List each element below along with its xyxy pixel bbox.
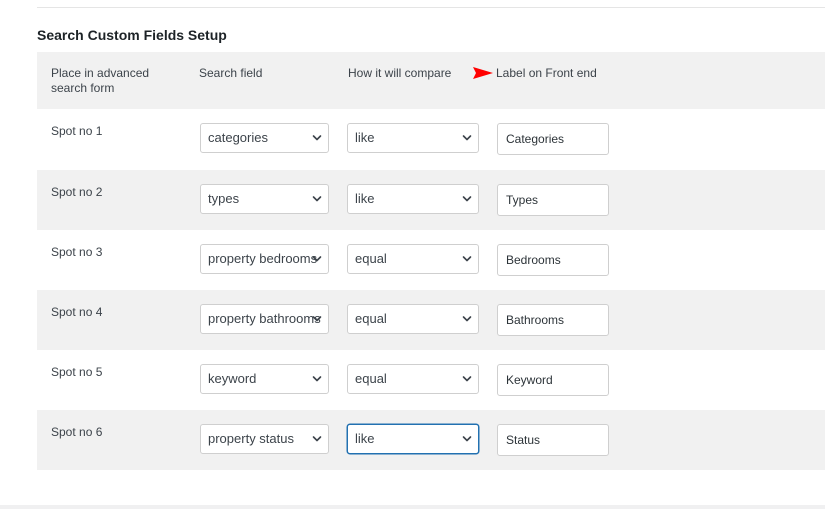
chevron-down-icon bbox=[462, 436, 472, 442]
chevron-down-icon bbox=[312, 256, 322, 262]
label-value: Bedrooms bbox=[506, 253, 561, 267]
table-row: Spot no 4 property bathrooms equal Bathroom… bbox=[37, 290, 825, 350]
label-value: Status bbox=[506, 433, 541, 447]
compare-value: like bbox=[355, 191, 375, 206]
compare-select[interactable]: like bbox=[347, 184, 479, 214]
chevron-down-icon bbox=[312, 196, 322, 202]
chevron-down-icon bbox=[462, 376, 472, 382]
top-divider bbox=[37, 7, 825, 8]
chevron-down-icon bbox=[462, 135, 472, 141]
spot-label: Spot no 3 bbox=[51, 245, 103, 259]
search-field-value: keyword bbox=[208, 371, 257, 386]
custom-fields-table: Place in advanced search form Search fie… bbox=[37, 52, 825, 470]
search-field-value: property status bbox=[208, 431, 294, 446]
header-compare: How it will compare bbox=[348, 66, 452, 80]
compare-value: equal bbox=[355, 311, 387, 326]
label-input[interactable]: Bedrooms bbox=[497, 244, 609, 276]
bottom-divider bbox=[0, 505, 825, 509]
table-row: Spot no 6 property status like Status bbox=[37, 410, 825, 470]
table-body: Spot no 1 categories like Categories Spot no… bbox=[37, 109, 825, 470]
spot-label: Spot no 6 bbox=[51, 425, 103, 439]
spot-label: Spot no 1 bbox=[51, 124, 103, 138]
search-field-value: property bedrooms bbox=[208, 251, 318, 266]
settings-page: Search Custom Fields Setup Place in adva… bbox=[0, 0, 825, 509]
table-row: Spot no 5 keyword equal Keyword bbox=[37, 350, 825, 410]
red-flag-icon bbox=[473, 66, 493, 79]
label-input[interactable]: Status bbox=[497, 424, 609, 456]
chevron-down-icon bbox=[312, 135, 322, 141]
spot-label: Spot no 2 bbox=[51, 185, 103, 199]
search-field-value: types bbox=[208, 191, 240, 206]
header-search-field: Search field bbox=[199, 66, 263, 80]
compare-value: equal bbox=[355, 251, 387, 266]
chevron-down-icon bbox=[312, 316, 322, 322]
table-row: Spot no 3 property bedrooms equal Bedrooms bbox=[37, 230, 825, 290]
search-field-select[interactable]: keyword bbox=[200, 364, 329, 394]
compare-select[interactable]: like bbox=[347, 424, 479, 454]
label-value: Keyword bbox=[506, 373, 553, 387]
compare-select[interactable]: equal bbox=[347, 304, 479, 334]
spot-label: Spot no 4 bbox=[51, 305, 103, 319]
chevron-down-icon bbox=[462, 316, 472, 322]
search-field-select[interactable]: property status bbox=[200, 424, 329, 454]
label-input[interactable]: Bathrooms bbox=[497, 304, 609, 336]
label-input[interactable]: Types bbox=[497, 184, 609, 216]
header-place: Place in advanced search form bbox=[51, 66, 150, 95]
label-value: Categories bbox=[506, 132, 565, 146]
section-title: Search Custom Fields Setup bbox=[37, 27, 227, 43]
label-input[interactable]: Keyword bbox=[497, 364, 609, 396]
table-row: Spot no 2 types like Types bbox=[37, 170, 825, 230]
table-row: Spot no 1 categories like Categories bbox=[37, 109, 825, 170]
label-input[interactable]: Categories bbox=[497, 123, 609, 155]
chevron-down-icon bbox=[312, 436, 322, 442]
spot-label: Spot no 5 bbox=[51, 365, 103, 379]
search-field-select[interactable]: property bedrooms bbox=[200, 244, 329, 274]
table-header: Place in advanced search form Search fie… bbox=[37, 52, 825, 109]
label-value: Bathrooms bbox=[506, 313, 565, 327]
header-label-text: Label on Front end bbox=[496, 66, 597, 80]
compare-select[interactable]: like bbox=[347, 123, 479, 153]
compare-select[interactable]: equal bbox=[347, 364, 479, 394]
search-field-select[interactable]: property bathrooms bbox=[200, 304, 329, 334]
chevron-down-icon bbox=[462, 256, 472, 262]
search-field-select[interactable]: types bbox=[200, 184, 329, 214]
compare-value: equal bbox=[355, 371, 387, 386]
chevron-down-icon bbox=[312, 376, 322, 382]
search-field-value: property bathrooms bbox=[208, 311, 321, 326]
compare-select[interactable]: equal bbox=[347, 244, 479, 274]
compare-value: like bbox=[355, 431, 375, 446]
search-field-select[interactable]: categories bbox=[200, 123, 329, 153]
search-field-value: categories bbox=[208, 130, 268, 145]
header-label: Label on Front end bbox=[473, 66, 597, 81]
label-value: Types bbox=[506, 193, 539, 207]
compare-value: like bbox=[355, 130, 375, 145]
chevron-down-icon bbox=[462, 196, 472, 202]
